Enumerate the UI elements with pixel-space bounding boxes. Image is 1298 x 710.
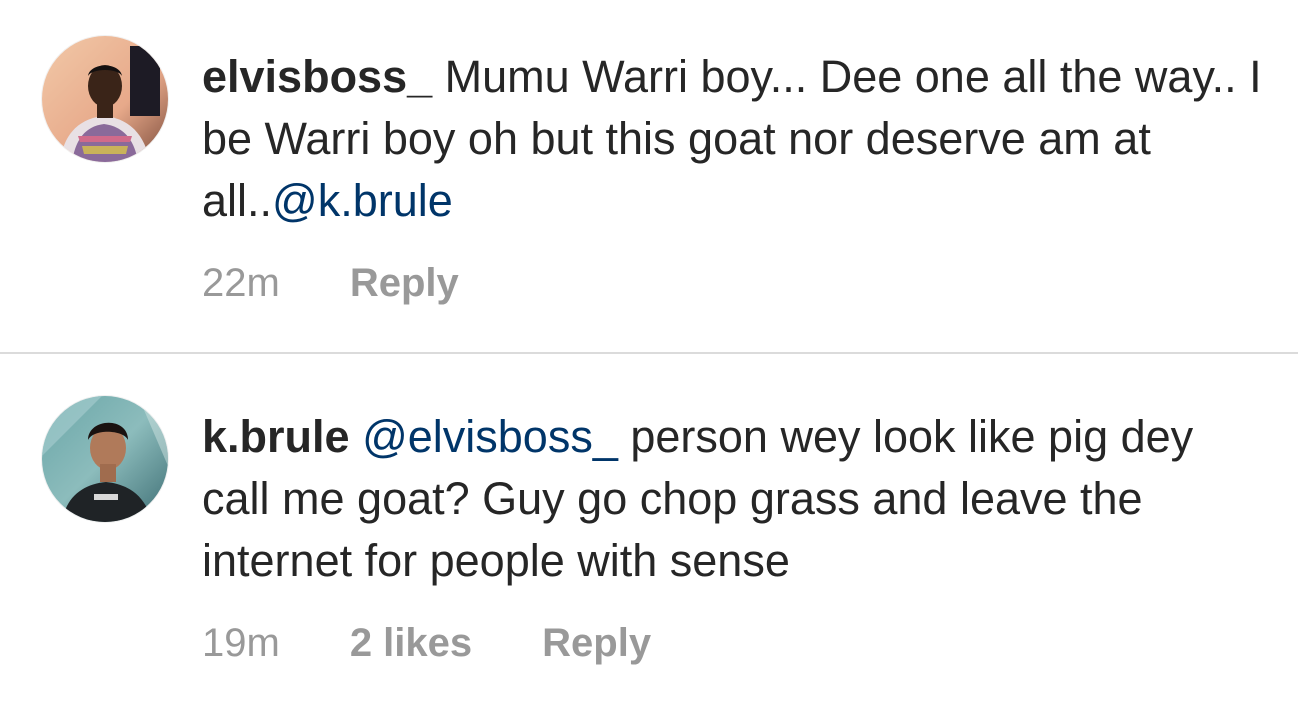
avatar[interactable]: [42, 396, 168, 522]
comment-item: k.brule @elvisboss_ person wey look like…: [0, 354, 1298, 710]
reply-button[interactable]: Reply: [350, 261, 459, 306]
comment-mention[interactable]: @k.brule: [272, 175, 453, 226]
comment-username[interactable]: elvisboss_: [202, 51, 432, 102]
avatar-image: [42, 396, 168, 522]
comment-list: elvisboss_ Mumu Warri boy... Dee one all…: [0, 0, 1298, 710]
comment-meta: 19m 2 likes Reply: [202, 618, 651, 668]
comment-item: elvisboss_ Mumu Warri boy... Dee one all…: [0, 0, 1298, 352]
reply-button[interactable]: Reply: [542, 621, 651, 666]
avatar[interactable]: [42, 36, 168, 162]
comment-mention[interactable]: @elvisboss_: [362, 411, 618, 462]
comment-spacer: [350, 411, 363, 462]
comment-meta: 22m Reply: [202, 258, 459, 308]
comment-time: 22m: [202, 260, 280, 305]
comment-time: 19m: [202, 620, 280, 665]
likes-count[interactable]: 2 likes: [350, 621, 472, 666]
comment-username[interactable]: k.brule: [202, 411, 350, 462]
avatar-image: [42, 36, 168, 162]
comment-text: k.brule @elvisboss_ person wey look like…: [202, 406, 1272, 592]
comment-text: elvisboss_ Mumu Warri boy... Dee one all…: [202, 46, 1272, 232]
